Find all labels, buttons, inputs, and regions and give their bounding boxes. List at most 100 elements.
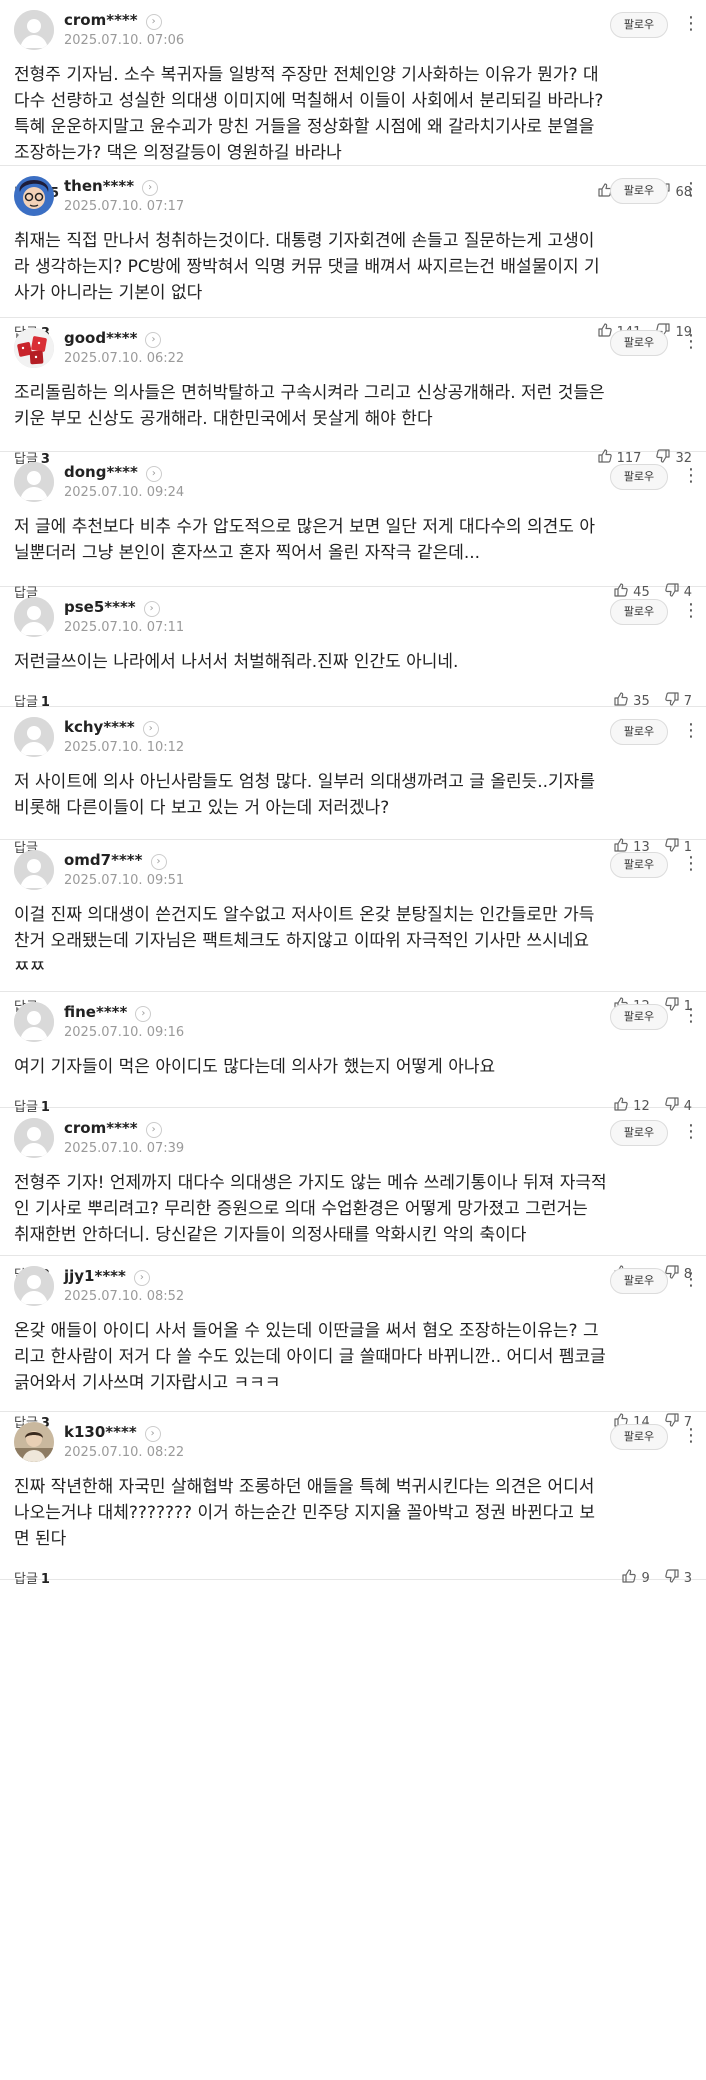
username: good**** (64, 329, 138, 347)
comment-text: 저 글에 추천보다 비추 수가 압도적으로 많은거 보면 일단 저게 대다수의 … (14, 514, 692, 566)
comment-text-line: 비롯해 다른이들이 다 보고 있는 거 아는데 저러겠나? (14, 798, 390, 818)
comment-text-line: 조장하는가? 댁은 의정갈등이 영원하길 바라나 (14, 143, 342, 163)
avatar[interactable] (14, 1002, 54, 1042)
comment-text-line: 라 생각하는지? PC방에 짱박혀서 익명 커뮤 댓글 배껴서 싸지르는건 배설… (14, 257, 600, 277)
avatar[interactable] (14, 462, 54, 502)
comment-text: 여기 기자들이 먹은 아이디도 많다는데 의사가 했는지 어떻게 아나요 (14, 1054, 692, 1080)
more-options-icon[interactable]: ⋮ (682, 1004, 700, 1030)
comment-date: 2025.07.10. 09:24 (64, 485, 185, 500)
avatar[interactable] (14, 717, 54, 757)
like-button[interactable]: 9 (621, 1568, 650, 1588)
chevron-right-icon: › (145, 1122, 162, 1138)
username-link[interactable]: dong**** › (64, 463, 162, 482)
username-link[interactable]: kchy**** › (64, 718, 159, 737)
more-options-icon[interactable]: ⋮ (682, 178, 700, 204)
comment-text-line: 취재한번 안하더니. 당신같은 기자들이 의정사태를 악화시킨 악의 축이다 (14, 1225, 527, 1245)
reply-button[interactable]: 답글 1 (14, 1568, 50, 1587)
avatar[interactable] (14, 1422, 54, 1462)
chevron-right-icon: › (133, 1270, 150, 1286)
comment-text-line: 면 된다 (14, 1529, 67, 1549)
more-options-icon[interactable]: ⋮ (682, 330, 700, 356)
username-link[interactable]: then**** › (64, 177, 159, 196)
thumbs-up-icon (621, 1568, 637, 1588)
avatar[interactable] (14, 1266, 54, 1306)
avatar[interactable] (14, 10, 54, 50)
comment-item: pse5**** › 2025.07.10. 07:11 팔로우 ⋮ 저런글쓰이는… (0, 587, 706, 710)
username-link[interactable]: pse5**** › (64, 598, 160, 617)
comment-item: dong**** › 2025.07.10. 09:24 팔로우 ⋮ 저 글에 추… (0, 452, 706, 601)
chevron-right-icon: › (142, 180, 159, 196)
follow-button[interactable]: 팔로우 (610, 1120, 668, 1146)
username-link[interactable]: omd7**** › (64, 851, 167, 870)
avatar[interactable] (14, 1118, 54, 1158)
comment-text-line: 조리돌림하는 의사들은 면허박탈하고 구속시켜라 그리고 신상공개해라. 저런 … (14, 383, 605, 403)
comment-date: 2025.07.10. 10:12 (64, 740, 185, 755)
username-link[interactable]: jjy1**** › (64, 1267, 150, 1286)
avatar[interactable] (14, 850, 54, 890)
comment-text: 저 사이트에 의사 아닌사람들도 엄청 많다. 일부러 의대생까려고 글 올린듯… (14, 769, 692, 821)
comment-date: 2025.07.10. 07:06 (64, 33, 185, 48)
comment-footer: 답글 1 9 3 (14, 1568, 692, 1588)
follow-button[interactable]: 팔로우 (610, 178, 668, 204)
more-options-icon[interactable]: ⋮ (682, 599, 700, 625)
username: kchy**** (64, 718, 135, 736)
thumbs-down-icon (664, 1568, 680, 1588)
follow-button[interactable]: 팔로우 (610, 1004, 668, 1030)
more-options-icon[interactable]: ⋮ (682, 719, 700, 745)
follow-button[interactable]: 팔로우 (610, 12, 668, 38)
comment-text: 전형주 기자! 언제까지 대다수 의대생은 가지도 않는 메슈 쓰레기통이나 뒤… (14, 1170, 692, 1248)
more-options-icon[interactable]: ⋮ (682, 1424, 700, 1450)
follow-button[interactable]: 팔로우 (610, 852, 668, 878)
comment-text: 저런글쓰이는 나라에서 나서서 처벌해줘라.진짜 인간도 아니네. (14, 649, 692, 675)
avatar[interactable] (14, 176, 54, 216)
follow-button[interactable]: 팔로우 (610, 599, 668, 625)
follow-button[interactable]: 팔로우 (610, 719, 668, 745)
comment-text: 전형주 기자님. 소수 복귀자들 일방적 주장만 전체인양 기사화하는 이유가 … (14, 62, 692, 166)
avatar[interactable] (14, 597, 54, 637)
comment-text-line: 이걸 진짜 의대생이 쓴건지도 알수없고 저사이트 온갖 분탕질치는 인간들로만… (14, 905, 595, 925)
comment-item: crom**** › 2025.07.10. 07:39 팔로우 ⋮ 전형주 기자… (0, 1108, 706, 1283)
comment-item: then**** › 2025.07.10. 07:17 팔로우 ⋮ 취재는 직접… (0, 166, 706, 341)
follow-button[interactable]: 팔로우 (610, 1424, 668, 1450)
reply-count: 1 (40, 1572, 50, 1587)
comment-text: 이걸 진짜 의대생이 쓴건지도 알수없고 저사이트 온갖 분탕질치는 인간들로만… (14, 902, 692, 980)
comment-item: k130**** › 2025.07.10. 08:22 팔로우 ⋮ 진짜 작년한… (0, 1412, 706, 1587)
comment-item: fine**** › 2025.07.10. 09:16 팔로우 ⋮ 여기 기자들… (0, 992, 706, 1115)
username-link[interactable]: fine**** › (64, 1003, 152, 1022)
comment-date: 2025.07.10. 09:51 (64, 873, 185, 888)
username: omd7**** (64, 851, 143, 869)
more-options-icon[interactable]: ⋮ (682, 1268, 700, 1294)
comment-text-line: ㅉㅉ (14, 957, 46, 977)
more-options-icon[interactable]: ⋮ (682, 1120, 700, 1146)
avatar[interactable] (14, 328, 54, 368)
comment-text-line: 긁어와서 기사쓰며 기자랍시고 ㅋㅋㅋ (14, 1373, 281, 1393)
username: fine**** (64, 1003, 128, 1021)
comment-date: 2025.07.10. 06:22 (64, 351, 185, 366)
username-link[interactable]: crom**** › (64, 1119, 162, 1138)
more-options-icon[interactable]: ⋮ (682, 464, 700, 490)
more-options-icon[interactable]: ⋮ (682, 852, 700, 878)
chevron-right-icon: › (143, 601, 160, 617)
comment-text-line: 인 기사로 뿌리려고? 무리한 증원으로 의대 수업환경은 어떻게 망가졌고 그… (14, 1199, 588, 1219)
comment-text-line: 여기 기자들이 먹은 아이디도 많다는데 의사가 했는지 어떻게 아나요 (14, 1057, 496, 1077)
chevron-right-icon: › (144, 1426, 161, 1442)
follow-button[interactable]: 팔로우 (610, 330, 668, 356)
comment-item: jjy1**** › 2025.07.10. 08:52 팔로우 ⋮ 온갖 애들이… (0, 1256, 706, 1431)
username-link[interactable]: good**** › (64, 329, 162, 348)
comment-text: 온갖 애들이 아이디 사서 들어올 수 있는데 이딴글을 써서 혐오 조장하는이… (14, 1318, 692, 1396)
follow-button[interactable]: 팔로우 (610, 464, 668, 490)
chevron-right-icon: › (145, 332, 162, 348)
username-link[interactable]: crom**** › (64, 11, 162, 30)
comment-text-line: 키운 부모 신상도 공개해라. 대한민국에서 못살게 해야 한다 (14, 409, 433, 429)
dislike-button[interactable]: 3 (664, 1568, 692, 1588)
comment-text-line: 전형주 기자! 언제까지 대다수 의대생은 가지도 않는 메슈 쓰레기통이나 뒤… (14, 1173, 607, 1193)
follow-button[interactable]: 팔로우 (610, 1268, 668, 1294)
comment-date: 2025.07.10. 07:17 (64, 199, 185, 214)
comment-item: kchy**** › 2025.07.10. 10:12 팔로우 ⋮ 저 사이트에… (0, 707, 706, 856)
comment-text: 진짜 작년한해 자국민 살해협박 조롱하던 애들을 특혜 벅귀시킨다는 의견은 … (14, 1474, 692, 1552)
comment-text-line: 저 글에 추천보다 비추 수가 압도적으로 많은거 보면 일단 저게 대다수의 … (14, 517, 595, 537)
chevron-right-icon: › (145, 14, 162, 30)
more-options-icon[interactable]: ⋮ (682, 12, 700, 38)
comment-item: crom**** › 2025.07.10. 07:06 팔로우 ⋮ 전형주 기자… (0, 0, 706, 201)
username-link[interactable]: k130**** › (64, 1423, 161, 1442)
